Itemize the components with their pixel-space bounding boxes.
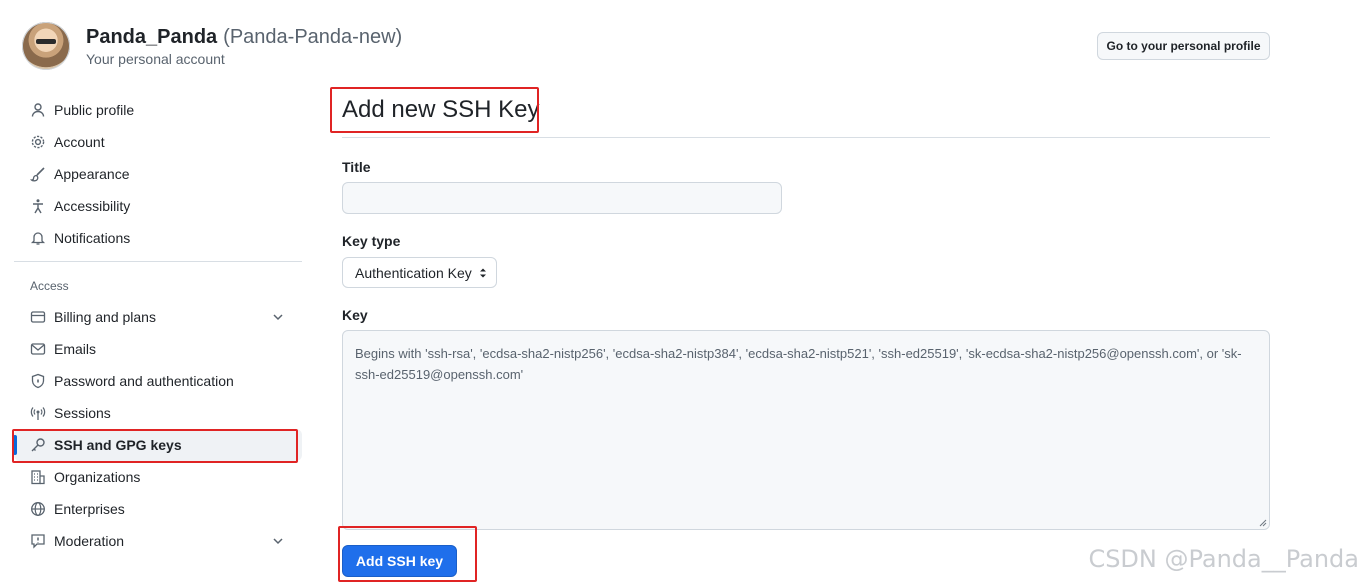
key-type-select[interactable]: Authentication Key bbox=[342, 257, 497, 288]
credit-card-icon bbox=[30, 309, 46, 325]
key-type-selected-value: Authentication Key bbox=[355, 264, 472, 281]
account-login: (Panda-Panda-new) bbox=[223, 26, 403, 48]
account-display-name: Panda_Panda bbox=[86, 26, 218, 48]
key-placeholder: Begins with 'ssh-rsa', 'ecdsa-sha2-nistp… bbox=[355, 346, 1242, 382]
sidebar-item-label: Sessions bbox=[54, 405, 111, 421]
go-to-profile-button[interactable]: Go to your personal profile bbox=[1097, 32, 1270, 60]
sidebar-item-public-profile[interactable]: Public profile bbox=[14, 94, 302, 126]
account-subtitle: Your personal account bbox=[86, 51, 225, 67]
key-textarea[interactable]: Begins with 'ssh-rsa', 'ecdsa-sha2-nistp… bbox=[342, 330, 1270, 530]
page-title: Add new SSH Key bbox=[342, 96, 540, 123]
accessibility-icon bbox=[30, 198, 46, 214]
paintbrush-icon bbox=[30, 166, 46, 182]
person-icon bbox=[30, 102, 46, 118]
sidebar-item-label: Accessibility bbox=[54, 198, 131, 214]
globe-icon bbox=[30, 501, 46, 517]
watermark: CSDN @Panda__Panda bbox=[1088, 545, 1359, 573]
sidebar-item-moderation[interactable]: Moderation bbox=[14, 525, 302, 557]
bell-icon bbox=[30, 230, 46, 246]
sidebar-item-label: Billing and plans bbox=[54, 309, 156, 325]
sidebar-item-label: Enterprises bbox=[54, 501, 125, 517]
key-type-label: Key type bbox=[342, 233, 401, 249]
title-field-label: Title bbox=[342, 159, 371, 175]
add-ssh-key-button[interactable]: Add SSH key bbox=[342, 545, 457, 577]
sidebar-item-label: Account bbox=[54, 134, 105, 150]
sidebar-item-label: Moderation bbox=[54, 533, 125, 549]
key-icon bbox=[30, 437, 46, 453]
organization-icon bbox=[30, 469, 46, 485]
report-icon bbox=[30, 533, 46, 549]
sidebar-item-notifications[interactable]: Notifications bbox=[14, 222, 302, 254]
account-name: Panda_Panda (Panda-Panda-new) bbox=[86, 26, 402, 49]
sidebar-item-label: SSH and GPG keys bbox=[54, 437, 182, 453]
sidebar-item-label: Organizations bbox=[54, 469, 141, 485]
sidebar-item-password[interactable]: Password and authentication bbox=[14, 365, 302, 397]
chevron-down-icon[interactable] bbox=[270, 533, 286, 549]
sidebar-item-label: Notifications bbox=[54, 230, 131, 246]
sidebar-divider bbox=[14, 261, 302, 262]
chevron-down-icon[interactable] bbox=[270, 309, 286, 325]
sidebar-heading-access: Access bbox=[30, 279, 69, 293]
title-input[interactable] bbox=[342, 182, 782, 214]
shield-lock-icon bbox=[30, 373, 46, 389]
sidebar-item-account[interactable]: Account bbox=[14, 126, 302, 158]
sidebar-item-enterprises[interactable]: Enterprises bbox=[14, 493, 302, 525]
sidebar-item-appearance[interactable]: Appearance bbox=[14, 158, 302, 190]
mail-icon bbox=[30, 341, 46, 357]
broadcast-icon bbox=[30, 405, 46, 421]
key-field-label: Key bbox=[342, 307, 368, 323]
sidebar-item-label: Public profile bbox=[54, 102, 135, 118]
title-divider bbox=[342, 137, 1270, 138]
sidebar-item-label: Appearance bbox=[54, 166, 130, 182]
gear-icon bbox=[30, 134, 46, 150]
sidebar-item-accessibility[interactable]: Accessibility bbox=[14, 190, 302, 222]
settings-sidebar: Public profile Account Appearance Access… bbox=[13, 94, 302, 557]
sidebar-item-billing[interactable]: Billing and plans bbox=[14, 301, 302, 333]
sidebar-item-sessions[interactable]: Sessions bbox=[14, 397, 302, 429]
resize-grip-icon[interactable] bbox=[1257, 517, 1267, 527]
sidebar-item-emails[interactable]: Emails bbox=[14, 333, 302, 365]
sidebar-item-organizations[interactable]: Organizations bbox=[14, 461, 302, 493]
avatar bbox=[22, 22, 70, 70]
sidebar-item-label: Password and authentication bbox=[54, 373, 234, 389]
sidebar-item-label: Emails bbox=[54, 341, 97, 357]
sidebar-item-ssh-gpg-keys[interactable]: SSH and GPG keys bbox=[13, 429, 302, 461]
select-caret-icon bbox=[480, 268, 486, 278]
